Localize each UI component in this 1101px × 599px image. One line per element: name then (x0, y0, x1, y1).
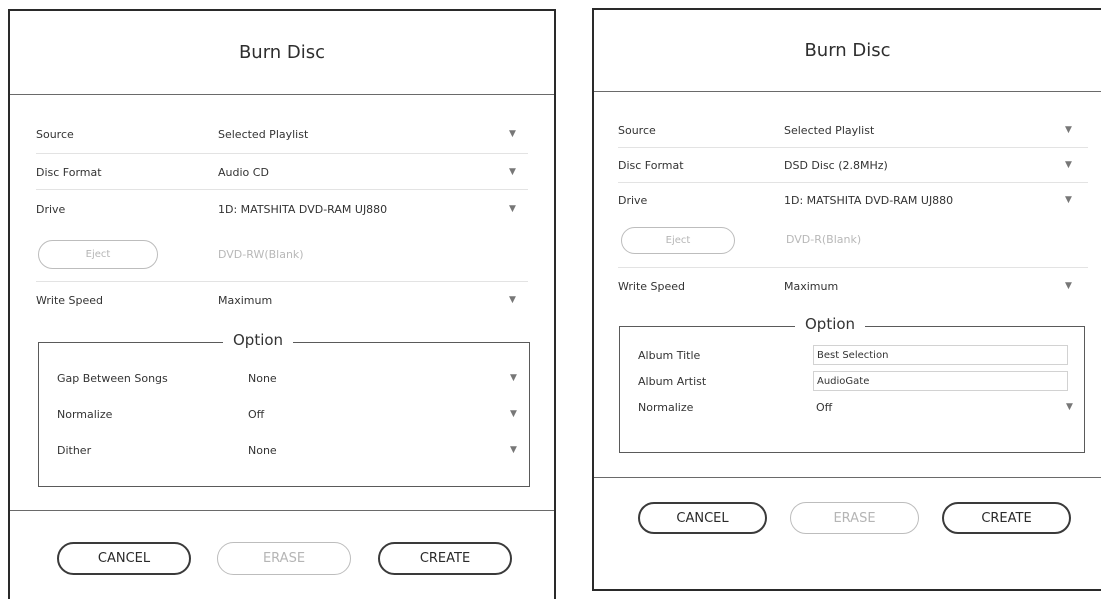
album-artist-label: Album Artist (638, 374, 707, 388)
dropdown-arrow-icon[interactable]: ▼ (1065, 125, 1072, 135)
media-status: DVD-R(Blank) (786, 229, 986, 249)
divider (618, 267, 1088, 268)
source-value: Selected Playlist (784, 123, 875, 137)
write-speed-value: Maximum (784, 279, 839, 293)
gap-label: Gap Between Songs (57, 371, 168, 385)
footer-divider (10, 510, 554, 511)
drive-value: 1D: MATSHITA DVD-RAM UJ880 (218, 202, 388, 216)
album-title-label: Album Title (638, 348, 701, 362)
source-value: Selected Playlist (218, 127, 309, 141)
drive-select[interactable]: Drive 1D: MATSHITA DVD-RAM UJ880 ▼ (618, 190, 1093, 210)
create-button[interactable]: CREATE (378, 542, 512, 575)
disc-format-select[interactable]: Disc Format DSD Disc (2.8MHz) ▼ (618, 155, 1093, 175)
dropdown-arrow-icon[interactable]: ▼ (509, 167, 516, 177)
footer-divider (594, 477, 1101, 478)
dialog-title: Burn Disc (594, 10, 1101, 92)
erase-button[interactable]: ERASE (217, 542, 351, 575)
create-button[interactable]: CREATE (942, 502, 1071, 534)
dither-label: Dither (57, 443, 92, 457)
album-title-input[interactable]: Best Selection (813, 345, 1068, 365)
write-speed-value: Maximum (218, 293, 273, 307)
burn-disc-dialog-audio-cd: Burn Disc Source Selected Playlist ▼ Dis… (8, 9, 556, 599)
dropdown-arrow-icon[interactable]: ▼ (1065, 281, 1072, 291)
dropdown-arrow-icon[interactable]: ▼ (510, 445, 517, 455)
divider (36, 189, 528, 190)
dropdown-arrow-icon[interactable]: ▼ (509, 204, 516, 214)
source-select[interactable]: Source Selected Playlist ▼ (36, 124, 531, 144)
drive-select[interactable]: Drive 1D: MATSHITA DVD-RAM UJ880 ▼ (36, 199, 531, 219)
normalize-value: Off (248, 407, 265, 421)
divider (36, 281, 528, 282)
divider (36, 153, 528, 154)
normalize-label: Normalize (638, 400, 694, 414)
option-legend: Option (795, 315, 866, 333)
album-artist-input[interactable]: AudioGate (813, 371, 1068, 391)
media-status: DVD-RW(Blank) (218, 244, 418, 264)
disc-format-label: Disc Format (618, 158, 684, 172)
disc-format-label: Disc Format (36, 165, 102, 179)
gap-between-songs-select[interactable]: Gap Between Songs None ▼ (57, 368, 522, 388)
dropdown-arrow-icon[interactable]: ▼ (510, 409, 517, 419)
divider (618, 182, 1088, 183)
drive-label: Drive (618, 193, 648, 207)
disc-format-value: Audio CD (218, 165, 269, 179)
cancel-button[interactable]: CANCEL (57, 542, 191, 575)
media-status-text: DVD-RW(Blank) (218, 247, 304, 261)
disc-format-value: DSD Disc (2.8MHz) (784, 158, 888, 172)
eject-button[interactable]: Eject (38, 240, 158, 269)
source-label: Source (36, 127, 74, 141)
dialog-title: Burn Disc (10, 11, 554, 95)
dropdown-arrow-icon[interactable]: ▼ (1065, 160, 1072, 170)
option-group: Option Album Title Best Selection Album … (619, 315, 1085, 453)
divider (618, 147, 1088, 148)
option-legend: Option (223, 331, 294, 349)
write-speed-label: Write Speed (36, 293, 104, 307)
burn-disc-dialog-dsd: Burn Disc Source Selected Playlist ▼ Dis… (592, 8, 1101, 591)
option-group: Option Gap Between Songs None ▼ Normaliz… (38, 331, 530, 487)
media-status-text: DVD-R(Blank) (786, 232, 862, 246)
dither-value: None (248, 443, 277, 457)
gap-value: None (248, 371, 277, 385)
normalize-select[interactable]: Normalize Off ▼ (57, 404, 522, 424)
dither-select[interactable]: Dither None ▼ (57, 440, 522, 460)
source-label: Source (618, 123, 656, 137)
dropdown-arrow-icon[interactable]: ▼ (509, 129, 516, 139)
write-speed-select[interactable]: Write Speed Maximum ▼ (618, 276, 1093, 296)
write-speed-label: Write Speed (618, 279, 686, 293)
eject-button[interactable]: Eject (621, 227, 735, 254)
normalize-select[interactable]: Normalize Off ▼ (638, 397, 1078, 417)
dropdown-arrow-icon[interactable]: ▼ (509, 295, 516, 305)
drive-label: Drive (36, 202, 66, 216)
dropdown-arrow-icon[interactable]: ▼ (1066, 402, 1073, 412)
normalize-label: Normalize (57, 407, 113, 421)
write-speed-select[interactable]: Write Speed Maximum ▼ (36, 290, 531, 310)
disc-format-select[interactable]: Disc Format Audio CD ▼ (36, 162, 531, 182)
dropdown-arrow-icon[interactable]: ▼ (510, 373, 517, 383)
drive-value: 1D: MATSHITA DVD-RAM UJ880 (784, 193, 954, 207)
cancel-button[interactable]: CANCEL (638, 502, 767, 534)
dropdown-arrow-icon[interactable]: ▼ (1065, 195, 1072, 205)
source-select[interactable]: Source Selected Playlist ▼ (618, 120, 1093, 140)
erase-button[interactable]: ERASE (790, 502, 919, 534)
normalize-value: Off (816, 400, 833, 414)
